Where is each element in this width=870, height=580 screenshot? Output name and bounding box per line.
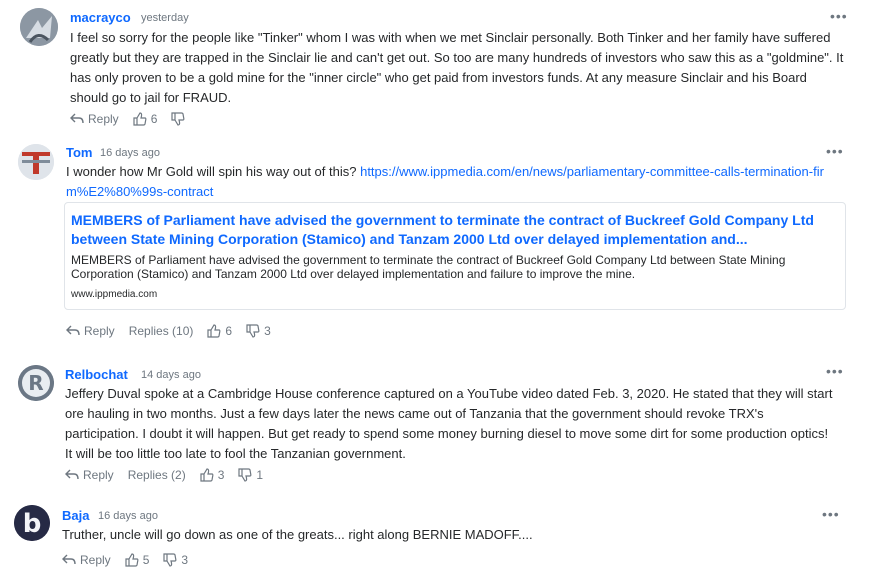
like-count: 5 [142,553,150,567]
like-count: 3 [217,468,225,482]
timestamp: 16 days ago [100,147,160,159]
like-button[interactable]: 5 [125,553,150,567]
timestamp: 16 days ago [98,510,158,522]
thumbs-up-icon [200,468,214,482]
replies-label: Replies (10) [128,324,194,338]
dislike-button[interactable]: 1 [238,468,263,482]
comment-text: I feel so sorry for the people like "Tin… [70,30,844,105]
thumbs-down-icon [238,468,252,482]
thumbs-up-icon [133,112,147,126]
more-options-icon[interactable]: ••• [822,506,840,522]
comment-actions: Reply 6 [70,112,203,126]
comment: macrayco yesterday ••• I feel so sorry f… [0,0,870,140]
reply-icon [65,469,79,480]
replies-button[interactable]: Replies (10) [129,324,194,338]
dislike-count: 1 [256,468,264,482]
timestamp: 14 days ago [141,369,201,381]
reply-button[interactable]: Reply [62,553,111,567]
thumbs-up-icon [207,324,221,338]
comment-text: Truther, uncle will go down as one of th… [62,527,533,542]
comment-text: I wonder how Mr Gold will spin his way o… [66,162,826,202]
comment-actions: Reply 5 3 [62,553,202,567]
timestamp: yesterday [141,12,189,24]
thumbs-down-icon [163,553,177,567]
reply-label: Reply [88,112,119,126]
thumbs-down-icon [246,324,260,338]
reply-label: Reply [84,324,115,338]
reply-label: Reply [80,553,111,567]
comment-text-content: I wonder how Mr Gold will spin his way o… [66,164,357,179]
dislike-button[interactable] [171,112,189,126]
comment: R Relbochat 14 days ago ••• Jeffery Duva… [0,360,870,490]
author-name[interactable]: Relbochat [65,367,128,382]
thumbs-up-icon [125,553,139,567]
avatar-letter: R [28,371,43,395]
card-domain: www.ippmedia.com [71,289,158,300]
link-preview-card[interactable]: MEMBERS of Parliament have advised the g… [64,202,846,310]
like-button[interactable]: 3 [200,468,225,482]
avatar[interactable]: b [14,505,50,541]
replies-label: Replies (2) [127,468,186,482]
comment-actions: Reply Replies (10) 6 3 [66,324,285,338]
author-name[interactable]: Tom [66,145,92,160]
reply-button[interactable]: Reply [70,112,119,126]
dislike-count: 3 [181,553,189,567]
reply-icon [66,325,80,336]
avatar[interactable]: R [18,365,54,401]
reply-button[interactable]: Reply [66,324,115,338]
comment-actions: Reply Replies (2) 3 1 [65,468,277,482]
reply-label: Reply [83,468,114,482]
like-button[interactable]: 6 [207,324,232,338]
dislike-count: 3 [264,324,271,338]
comment: Tom 16 days ago ••• I wonder how Mr Gold… [0,140,870,345]
more-options-icon[interactable]: ••• [826,363,844,379]
author-name[interactable]: Baja [62,508,89,523]
comment-text: Jeffery Duval spoke at a Cambridge House… [65,386,833,461]
avatar-letter: b [23,509,42,539]
like-count: 6 [225,324,233,338]
reply-icon [70,113,84,124]
author-name[interactable]: macrayco [70,10,131,25]
more-options-icon[interactable]: ••• [826,143,844,159]
more-options-icon[interactable]: ••• [830,8,848,24]
reply-button[interactable]: Reply [65,468,114,482]
like-button[interactable]: 6 [133,112,158,126]
reply-icon [62,554,76,565]
comment: b Baja 16 days ago ••• Truther, uncle wi… [0,500,870,580]
thumbs-down-icon [171,112,185,126]
replies-button[interactable]: Replies (2) [128,468,186,482]
like-count: 6 [150,112,158,126]
avatar[interactable] [18,144,54,180]
dislike-button[interactable]: 3 [246,324,271,338]
avatar[interactable] [20,8,58,46]
dislike-button[interactable]: 3 [163,553,188,567]
card-description: MEMBERS of Parliament have advised the g… [71,253,786,281]
card-title[interactable]: MEMBERS of Parliament have advised the g… [71,211,839,249]
